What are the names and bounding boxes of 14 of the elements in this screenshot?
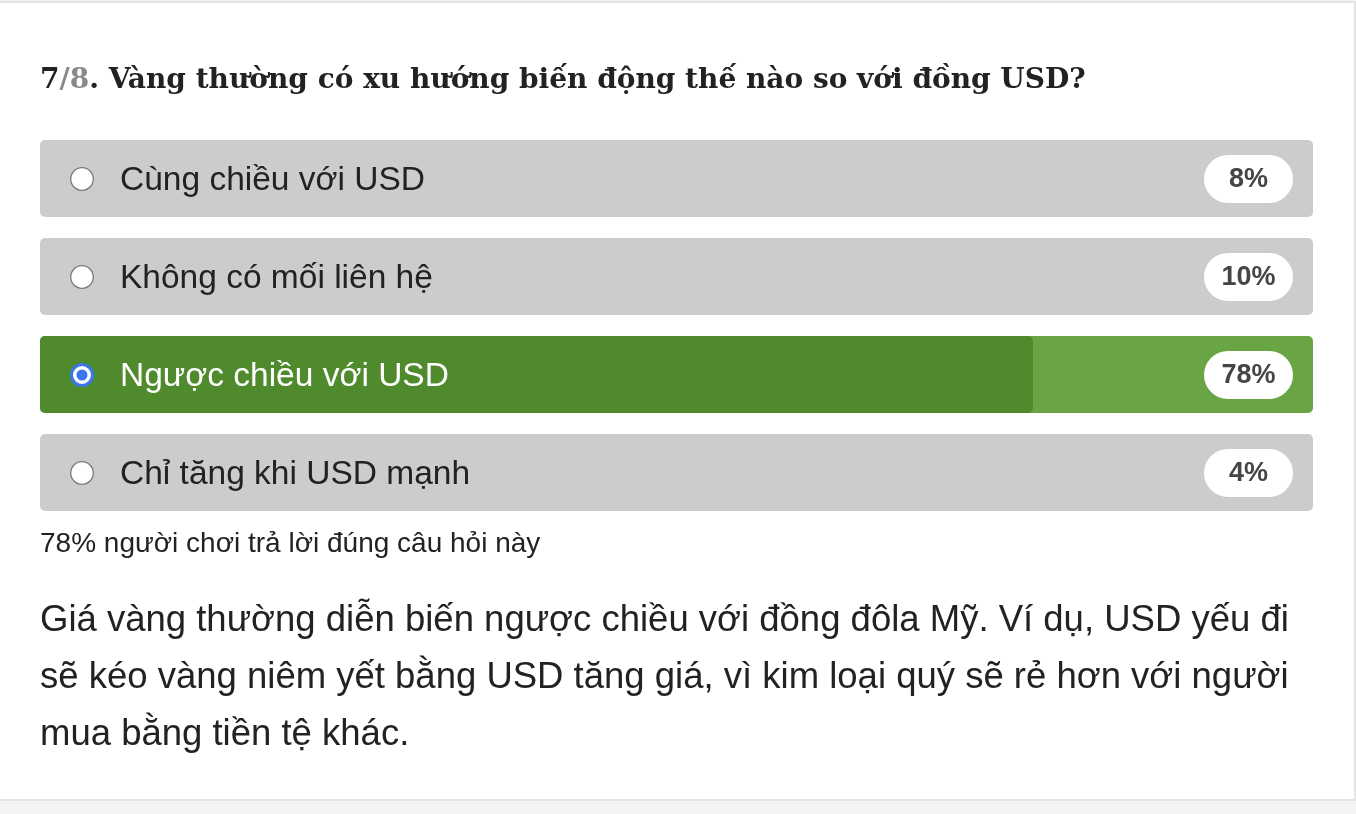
question-title: 7/8. Vàng thường có xu hướng biến động thế nào so với đồng USD? bbox=[40, 61, 1087, 97]
stats-text: 78% người chơi trả lời đúng câu hỏi này bbox=[40, 526, 542, 560]
radio-button[interactable] bbox=[70, 460, 94, 485]
radio-button[interactable] bbox=[70, 264, 94, 289]
vote-percentage: 78% bbox=[1204, 350, 1293, 399]
option-label: Ngược chiều với USD bbox=[120, 354, 450, 395]
explanation-text: Giá vàng thường diễn biến ngược chiều với đồng đôla Mỹ. Ví dụ, USD yếu đi sẽ kéo vàng niêm yết bằng USD tăng giá, vì kim loại quý sẽ rẻ hơn với người mua bằng tiền tệ khác. bbox=[40, 597, 1290, 755]
option-label: Cùng chiều với USD bbox=[120, 158, 426, 199]
option-label: Không có mối liên hệ bbox=[120, 256, 434, 297]
vote-percentage: 4% bbox=[1204, 448, 1293, 497]
radio-button[interactable] bbox=[70, 166, 94, 191]
vote-percentage: 10% bbox=[1204, 252, 1293, 301]
option-label: Chỉ tăng khi USD mạnh bbox=[120, 452, 472, 493]
vote-percentage: 8% bbox=[1204, 154, 1293, 203]
